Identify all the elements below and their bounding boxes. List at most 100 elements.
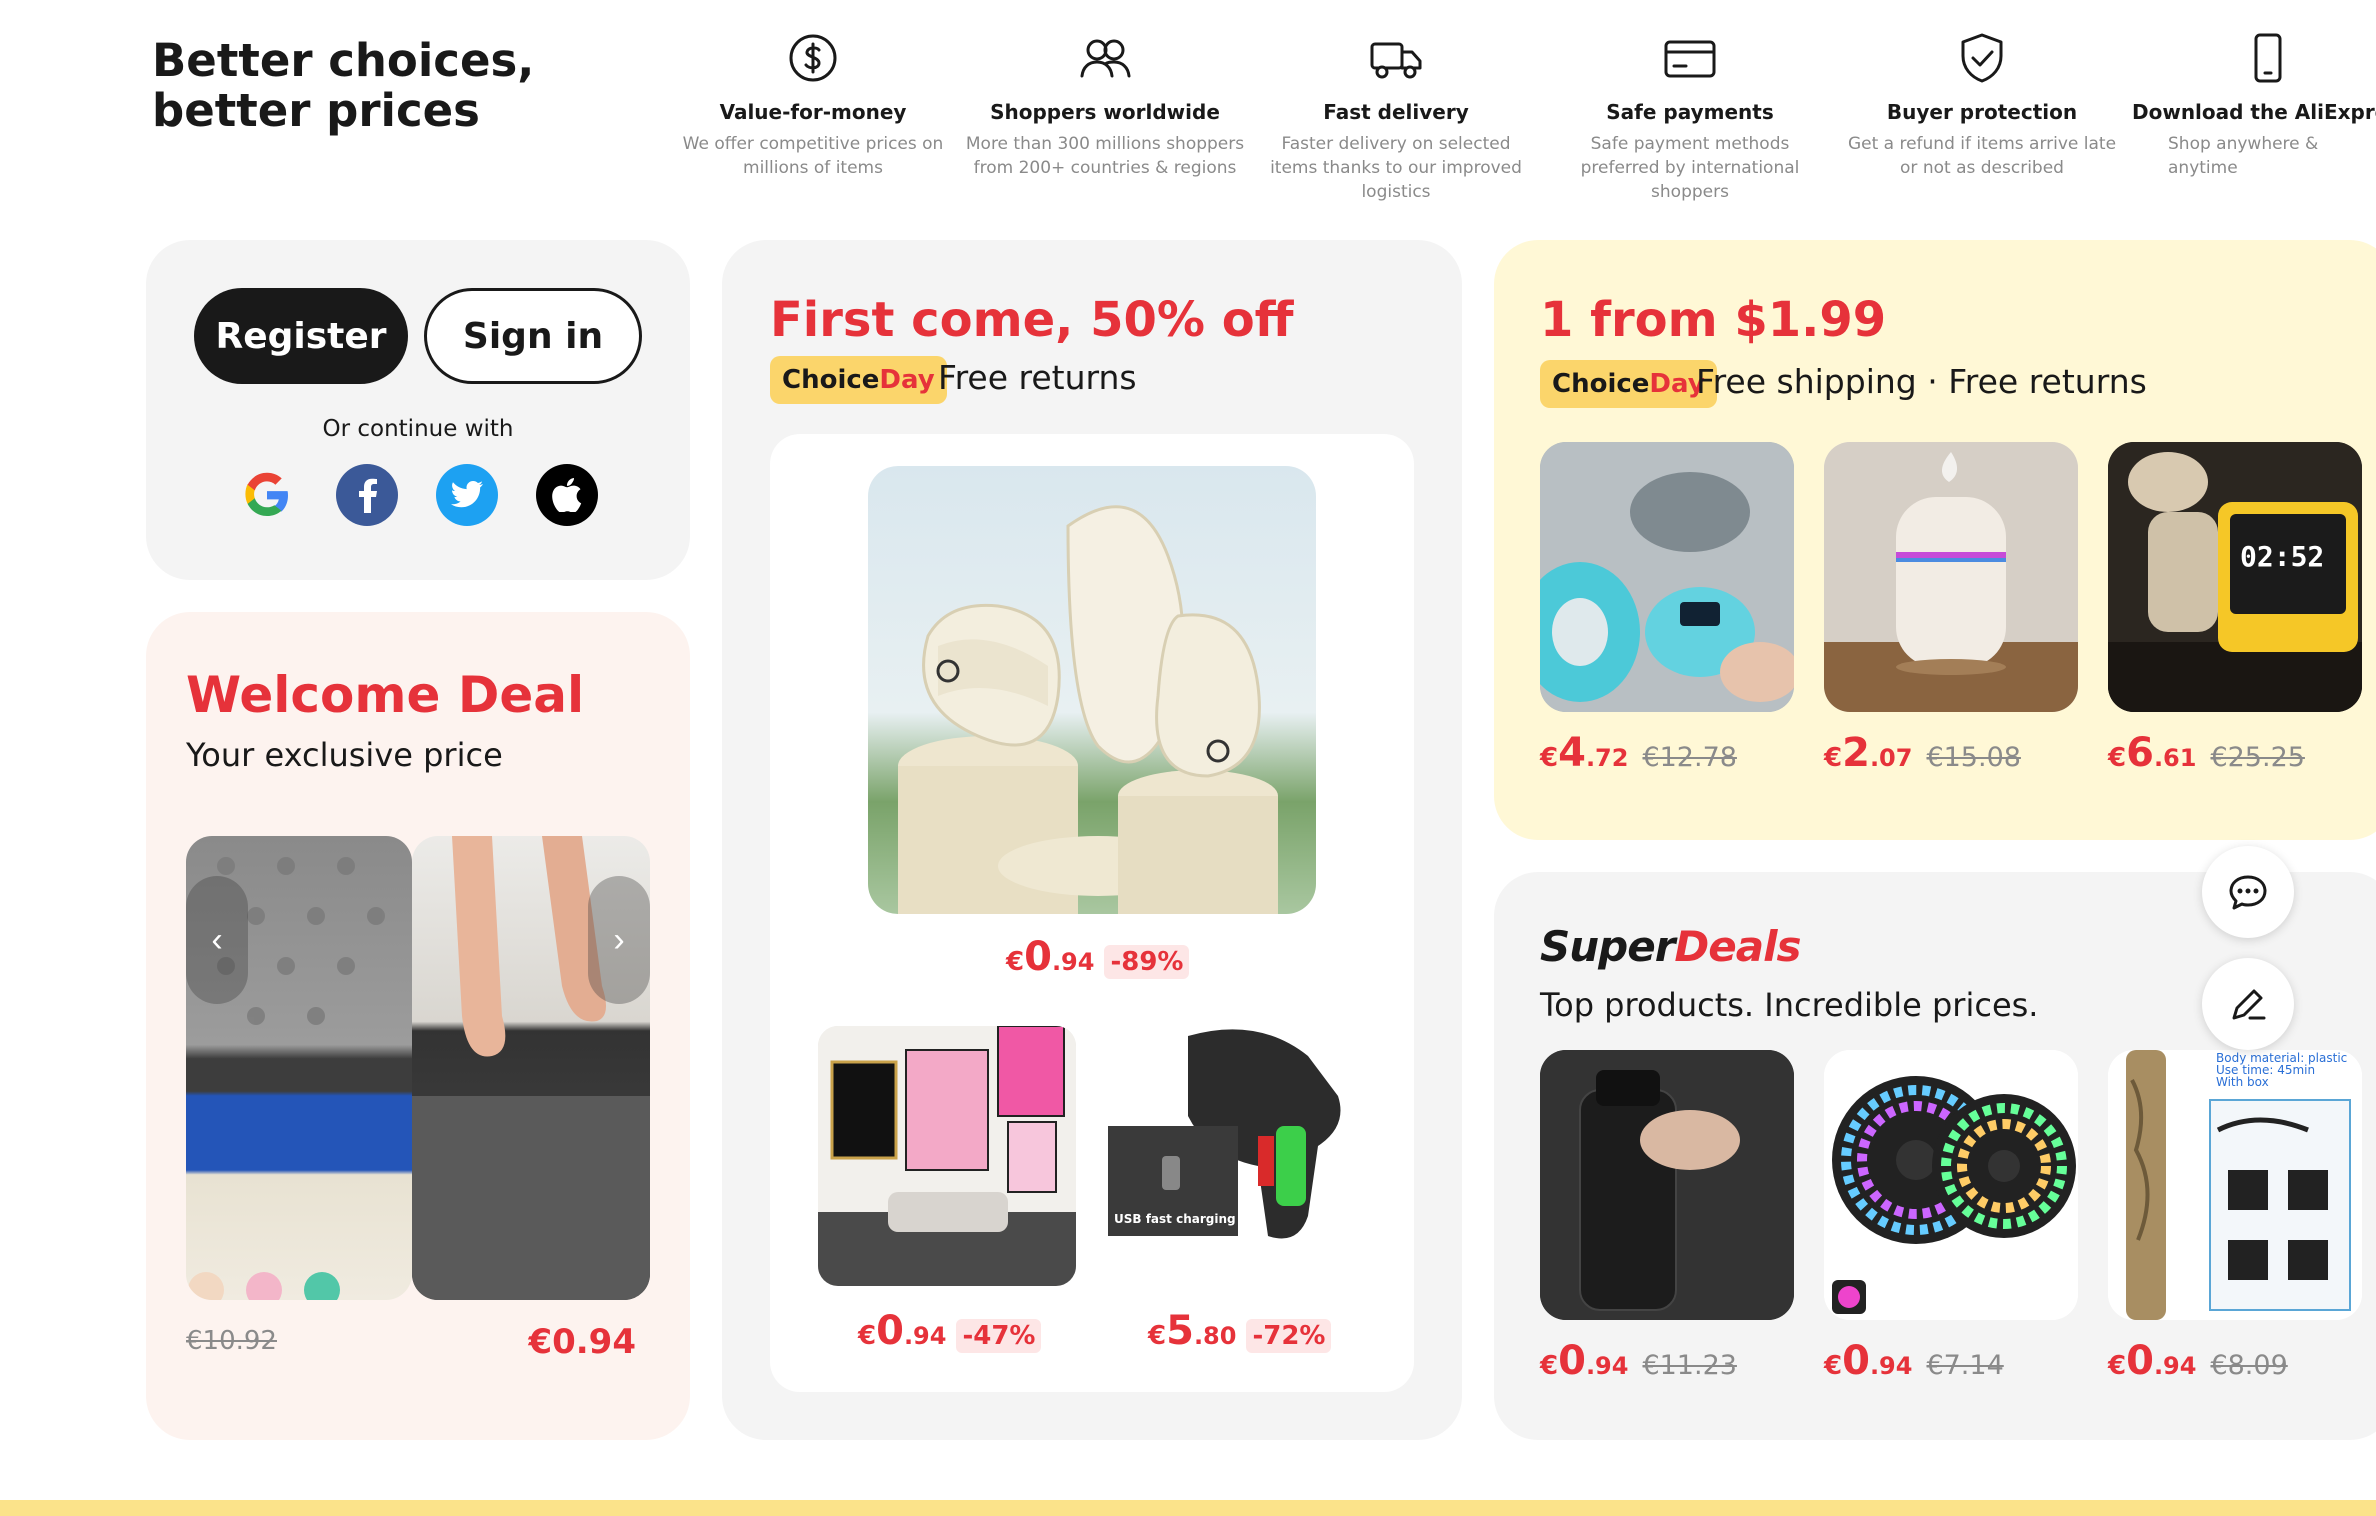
twitter-login-button[interactable]: [436, 464, 498, 526]
apple-login-button[interactable]: [536, 464, 598, 526]
register-button[interactable]: Register: [194, 288, 408, 384]
currency-symbol: €: [2108, 1351, 2127, 1381]
sleep-device-illustration: [1540, 442, 1794, 712]
tagline-line-1: Better choices,: [152, 34, 535, 87]
old-price: €25.25: [2210, 742, 2305, 773]
sleep-device-product-image[interactable]: [1540, 442, 1794, 712]
dollar-deals-note: Free shipping · Free returns: [1696, 362, 2147, 401]
slippers-product-image[interactable]: [868, 466, 1316, 914]
deals-logo-text: Deals: [1674, 922, 1801, 971]
apple-icon: [552, 478, 582, 512]
price-decimal: .07: [1869, 744, 1913, 772]
sleep-device-price: €4.72 €12.78: [1540, 730, 1737, 776]
price-integer: 0: [1842, 1338, 1870, 1384]
benefit-desc: Safe payment methods preferred by intern…: [1580, 134, 1800, 202]
shield-check-icon: [1961, 33, 2003, 83]
screwdriver-price: €5.80 -72%: [1148, 1308, 1332, 1354]
benefit-title: Safe payments: [1606, 100, 1774, 124]
users-icon: [1080, 39, 1131, 78]
welcome-deal-card[interactable]: Welcome Deal Your exclusive price ‹ › €1: [146, 612, 690, 1440]
posters-product-image[interactable]: [818, 1026, 1076, 1286]
usb-fast-charging-caption: USB fast charging: [1114, 1212, 1236, 1226]
bottom-banner-edge: [0, 1500, 2376, 1516]
first-come-note: Free returns: [938, 358, 1137, 397]
price-decimal: .94: [903, 1322, 947, 1350]
edit-icon: [2232, 989, 2266, 1020]
chat-icon: [2229, 875, 2267, 910]
day-badge-text: Day: [879, 365, 935, 395]
posters-illustration: [818, 1026, 1076, 1286]
price-decimal: .80: [1193, 1322, 1237, 1350]
choice-badge-text: Choice: [782, 365, 880, 395]
google-icon: [245, 472, 288, 516]
currency-symbol: €: [1824, 1351, 1843, 1381]
price-decimal: .61: [2153, 744, 2197, 772]
trimmer-spec-3: With box: [2216, 1075, 2269, 1089]
clock-price: €6.61 €25.25: [2108, 730, 2305, 776]
benefit-title: Fast delivery: [1323, 100, 1469, 124]
discount-badge: -89%: [1104, 945, 1190, 979]
clock-product-image[interactable]: 02:52: [2108, 442, 2362, 712]
benefit-shoppers-worldwide: Shoppers worldwide More than 300 million…: [965, 30, 1245, 180]
benefit-title: Value-for-money: [719, 100, 907, 124]
super-deals-subtitle: Top products. Incredible prices.: [1540, 986, 2039, 1024]
chevron-left-icon: ‹: [211, 920, 223, 959]
super-deals-logo: SuperDeals: [1540, 922, 1802, 971]
dollar-circle-icon: [789, 34, 837, 82]
choice-day-badge: Choice Day: [770, 356, 947, 404]
hair-trimmer-illustration: [2108, 1050, 2362, 1320]
humidifier-illustration: [1824, 442, 2078, 712]
super-logo-text: Super: [1540, 922, 1675, 971]
carousel-next-button[interactable]: ›: [588, 876, 650, 1004]
dollar-deals-title: 1 from $1.99: [1540, 292, 1887, 348]
benefit-desc: More than 300 millions shoppers from 200…: [965, 134, 1245, 178]
facebook-login-button[interactable]: [336, 464, 398, 526]
google-login-button[interactable]: [236, 464, 298, 526]
sign-in-button[interactable]: Sign in: [424, 288, 642, 384]
currency-symbol: €: [1824, 743, 1843, 773]
first-come-products-panel: €0.94 -89% €0.94 -47% USB fast charging …: [770, 434, 1414, 1392]
benefit-desc: We offer competitive prices on millions …: [682, 134, 944, 178]
water-bottle-product-image[interactable]: [1540, 1050, 1794, 1320]
led-strip-product-image[interactable]: [1824, 1050, 2078, 1320]
benefit-safe-payments: Safe payments Safe payment methods prefe…: [1550, 30, 1830, 204]
old-price: €12.78: [1642, 742, 1737, 773]
hair-trimmer-price: €0.94 €8.09: [2108, 1338, 2288, 1384]
old-price: €11.23: [1642, 1350, 1737, 1381]
price-decimal: .72: [1585, 744, 1629, 772]
choice-day-badge: Choice Day: [1540, 360, 1717, 408]
price-decimal: .94: [1869, 1352, 1913, 1380]
dollar-deals-card[interactable]: 1 from $1.99 Choice Day Free shipping · F…: [1494, 240, 2376, 840]
currency-symbol: €: [2108, 743, 2127, 773]
price-integer: 0: [1558, 1338, 1586, 1384]
benefit-buyer-protection: Buyer protection Get a refund if items a…: [1842, 30, 2122, 180]
credit-card-icon: [1664, 40, 1716, 78]
hair-trimmer-product-image[interactable]: Body material: plastic Use time: 45min W…: [2108, 1050, 2362, 1320]
welcome-old-price: €10.92: [186, 1326, 277, 1356]
clock-illustration: [2108, 442, 2362, 712]
welcome-carousel[interactable]: [186, 836, 650, 1300]
currency-symbol: €: [1540, 743, 1559, 773]
login-card: Register Sign in Or continue with: [146, 240, 690, 580]
welcome-deal-subtitle: Your exclusive price: [186, 736, 503, 774]
price-integer: 0: [2126, 1338, 2154, 1384]
price-integer: 6: [2126, 730, 2154, 776]
carousel-prev-button[interactable]: ‹: [186, 876, 248, 1004]
benefit-desc: Shop anywhere & anytime: [2168, 134, 2319, 178]
posters-price: €0.94 -47%: [858, 1308, 1042, 1354]
chat-button[interactable]: [2202, 846, 2294, 938]
price-integer: 0: [1024, 934, 1052, 980]
feedback-button[interactable]: [2202, 958, 2294, 1050]
screwdriver-product-image[interactable]: USB fast charging: [1108, 1016, 1366, 1286]
facebook-icon: [359, 478, 377, 513]
humidifier-product-image[interactable]: [1824, 442, 2078, 712]
chevron-right-icon: ›: [613, 920, 625, 959]
first-come-card[interactable]: First come, 50% off Choice Day Free retur…: [722, 240, 1462, 1440]
old-price: €8.09: [2210, 1350, 2288, 1381]
benefit-title: Download the AliExpress app: [2132, 100, 2376, 124]
benefit-title: Shoppers worldwide: [990, 100, 1220, 124]
page-tagline: Better choices, better prices: [152, 36, 534, 136]
welcome-deal-title: Welcome Deal: [186, 666, 585, 724]
benefit-download-app[interactable]: Download the AliExpress app Shop anywher…: [2132, 30, 2376, 180]
benefit-fast-delivery: Fast delivery Faster delivery on selecte…: [1256, 30, 1536, 204]
